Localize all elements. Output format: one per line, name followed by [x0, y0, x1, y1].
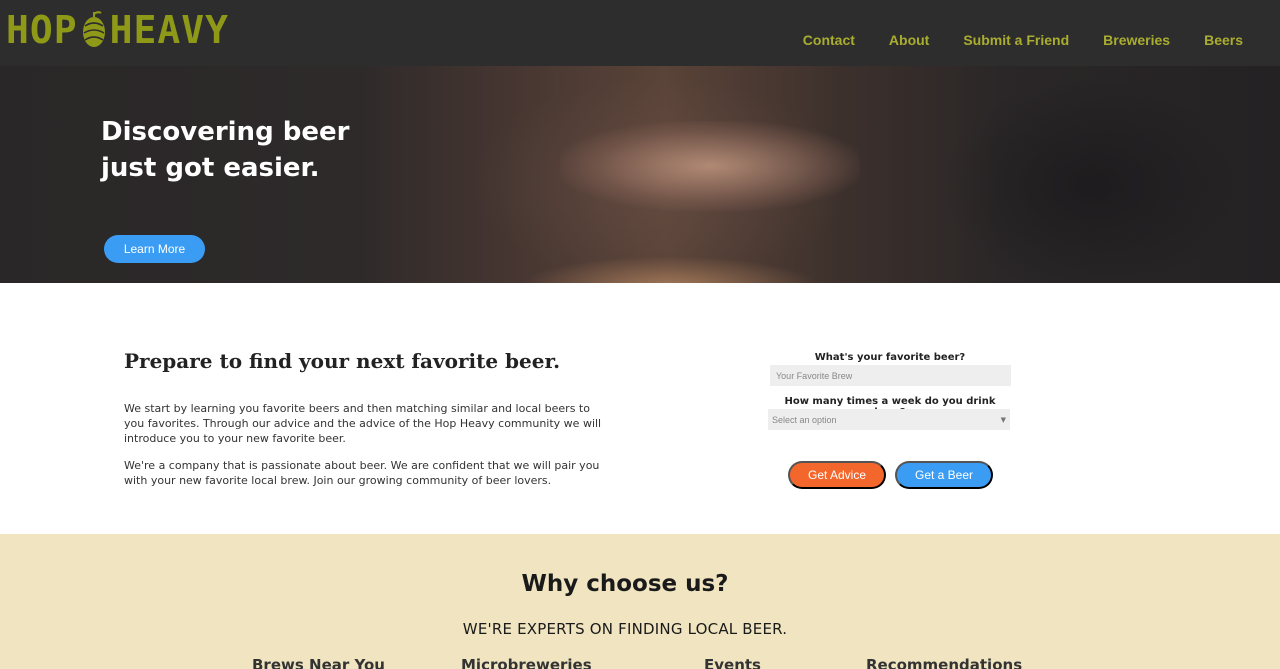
feature-recommendations: Recommendations	[866, 656, 1023, 669]
hop-cone-icon	[82, 11, 105, 47]
hero-title: Discovering beer just got easier.	[101, 114, 421, 186]
nav-contact[interactable]: Contact	[803, 31, 855, 49]
nav-submit-a-friend[interactable]: Submit a Friend	[963, 31, 1069, 49]
logo-text-left: HOP	[6, 8, 78, 52]
nav-about[interactable]: About	[889, 31, 929, 49]
hero-background-light	[560, 121, 860, 211]
favorite-beer-label: What's your favorite beer?	[814, 352, 966, 363]
favorite-beer-input[interactable]	[770, 365, 1011, 386]
nav-breweries[interactable]: Breweries	[1103, 31, 1170, 49]
hero-background-shadow	[940, 76, 1240, 283]
hop-heavy-logo[interactable]: HOP HEAVY	[6, 8, 229, 52]
why-subtitle: WE'RE EXPERTS ON FINDING LOCAL BEER.	[462, 620, 788, 638]
main-nav: Contact About Submit a Friend Breweries …	[769, 31, 1243, 49]
site-header: HOP HEAVY Contact About Submit a Friend …	[0, 0, 1280, 66]
get-advice-button[interactable]: Get Advice	[788, 461, 886, 489]
intro-paragraph-1: We start by learning you favorite beers …	[124, 402, 602, 445]
why-title: Why choose us?	[521, 571, 729, 597]
feature-brews-near-you: Brews Near You	[252, 656, 385, 669]
frequency-select[interactable]: Select an option ▼	[768, 409, 1010, 430]
frequency-select-value: Select an option	[772, 414, 837, 425]
nav-beers[interactable]: Beers	[1204, 31, 1243, 49]
hero-title-line2: just got easier.	[101, 153, 320, 183]
logo-text-right: HEAVY	[109, 8, 230, 52]
feature-events: Events	[704, 656, 761, 669]
get-a-beer-button[interactable]: Get a Beer	[895, 461, 993, 489]
intro-title: Prepare to find your next favorite beer.	[124, 349, 561, 373]
logo-text: HOP HEAVY	[6, 8, 229, 52]
chevron-down-icon: ▼	[1000, 415, 1006, 424]
learn-more-button[interactable]: Learn More	[104, 235, 205, 263]
hero-title-line1: Discovering beer	[101, 117, 350, 147]
feature-microbreweries: Microbreweries	[461, 656, 592, 669]
intro-paragraph-2: We're a company that is passionate about…	[124, 459, 600, 487]
why-choose-us-section: Why choose us? WE'RE EXPERTS ON FINDING …	[0, 534, 1280, 669]
hero-banner: Discovering beer just got easier. Learn …	[0, 66, 1280, 283]
